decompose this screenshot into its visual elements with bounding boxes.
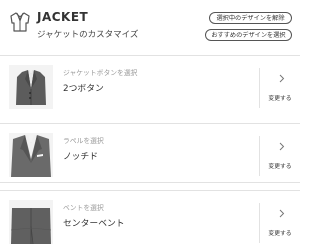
option-row-buttons: ジャケットボタンを選択 2つボタン 変更する — [0, 55, 300, 115]
clear-selection-button[interactable]: 選択中のデザインを解除 — [209, 12, 292, 24]
select-recommended-button[interactable]: おすすめのデザインを選択 — [205, 29, 292, 41]
lapel-thumbnail — [9, 133, 53, 177]
jacket-icon — [10, 12, 30, 32]
option-value: センターベント — [63, 219, 125, 229]
option-label: ラペルを選択 — [63, 137, 104, 145]
chevron-right-icon — [279, 142, 285, 151]
change-button[interactable]: 変更する — [260, 134, 300, 179]
page-header: JACKET ジャケットのカスタマイズ 選択中のデザインを解除 おすすめのデザイ… — [0, 0, 300, 48]
chevron-right-icon — [279, 209, 285, 218]
page-subtitle: ジャケットのカスタマイズ — [37, 30, 139, 40]
option-row-lapel: ラペルを選択 ノッチド 変更する — [0, 123, 300, 183]
change-button-label: 変更する — [268, 231, 292, 237]
page-title: JACKET — [37, 10, 89, 24]
change-button-label: 変更する — [268, 96, 292, 102]
option-label: ジャケットボタンを選択 — [63, 69, 138, 77]
option-label: ベントを選択 — [63, 204, 104, 212]
change-button[interactable]: 変更する — [260, 201, 300, 246]
change-button[interactable]: 変更する — [260, 66, 300, 111]
option-row-vent: ベントを選択 センターベント 変更する — [0, 190, 300, 250]
chevron-right-icon — [279, 74, 285, 83]
vent-thumbnail — [9, 200, 53, 244]
jacket-front-thumbnail — [9, 65, 53, 109]
option-value: 2つボタン — [63, 84, 104, 94]
option-value: ノッチド — [63, 152, 99, 162]
change-button-label: 変更する — [268, 164, 292, 170]
